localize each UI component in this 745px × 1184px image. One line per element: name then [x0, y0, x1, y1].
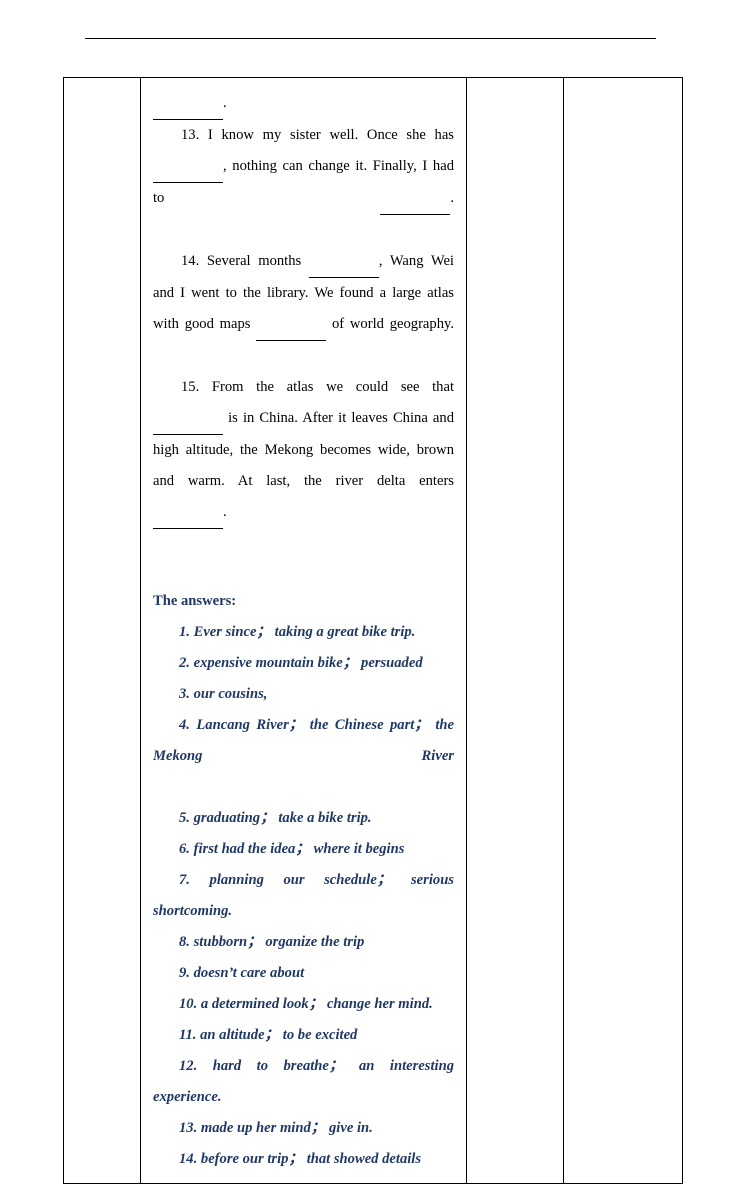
- table-cell-middle-empty: [466, 77, 564, 1184]
- item-12-tail: .: [153, 88, 454, 120]
- table-cell-right-empty: [563, 77, 683, 1184]
- answer-line: 5. graduating； take a bike trip.: [179, 810, 372, 826]
- answer-line: 3. our cousins,: [179, 686, 268, 702]
- answer-line: 4. Lancang River； the Chinese part； the …: [153, 717, 454, 764]
- table-row: . 13. I know my sister well. Once she has…: [63, 77, 683, 1184]
- exercise-block: . 13. I know my sister well. Once she has…: [153, 88, 454, 560]
- answers-heading: The answers:: [153, 593, 237, 609]
- fill-in-blank[interactable]: [153, 88, 223, 120]
- answer-line: 8. stubborn； organize the trip: [179, 934, 365, 950]
- fill-in-blank[interactable]: [153, 403, 223, 435]
- answer-line: 13. made up her mind； give in.: [179, 1120, 373, 1136]
- answer-line: 6. first had the idea； where it begins: [179, 841, 405, 857]
- item-13: 13. I know my sister well. Once she has …: [153, 120, 454, 246]
- answers-section: The answers: 1. Ever since； taking a gre…: [153, 586, 454, 1175]
- table-cell-content: . 13. I know my sister well. Once she has…: [140, 77, 467, 1184]
- answer-line: 2. expensive mountain bike； persuaded: [179, 655, 423, 671]
- fill-in-blank[interactable]: [153, 151, 223, 183]
- answer-line: 11. an altitude； to be excited: [179, 1027, 358, 1043]
- fill-in-blank[interactable]: [256, 309, 327, 341]
- answer-line: 14. before our trip； that showed details: [179, 1151, 422, 1167]
- fill-in-blank[interactable]: [308, 246, 379, 278]
- answer-line: 12. hard to breathe； an interesting expe…: [153, 1058, 454, 1105]
- answer-line: 9. doesn’t care about: [179, 965, 305, 981]
- page-header-rule: [85, 38, 656, 39]
- fill-in-blank[interactable]: [153, 497, 223, 529]
- fill-in-blank[interactable]: [380, 183, 451, 215]
- answer-line: 7. planning our schedule； serious shortc…: [153, 872, 454, 919]
- table-cell-left-empty: [63, 77, 141, 1184]
- answers-list: 1. Ever since； taking a great bike trip.…: [153, 617, 454, 1175]
- item-15: 15. From the atlas we could see that is …: [153, 372, 454, 560]
- item-14: 14. Several months , Wang Wei and I went…: [153, 246, 454, 372]
- answer-line: 10. a determined look； change her mind.: [179, 996, 433, 1012]
- answer-line: 1. Ever since； taking a great bike trip.: [179, 624, 416, 640]
- worksheet-table: . 13. I know my sister well. Once she has…: [63, 77, 683, 1184]
